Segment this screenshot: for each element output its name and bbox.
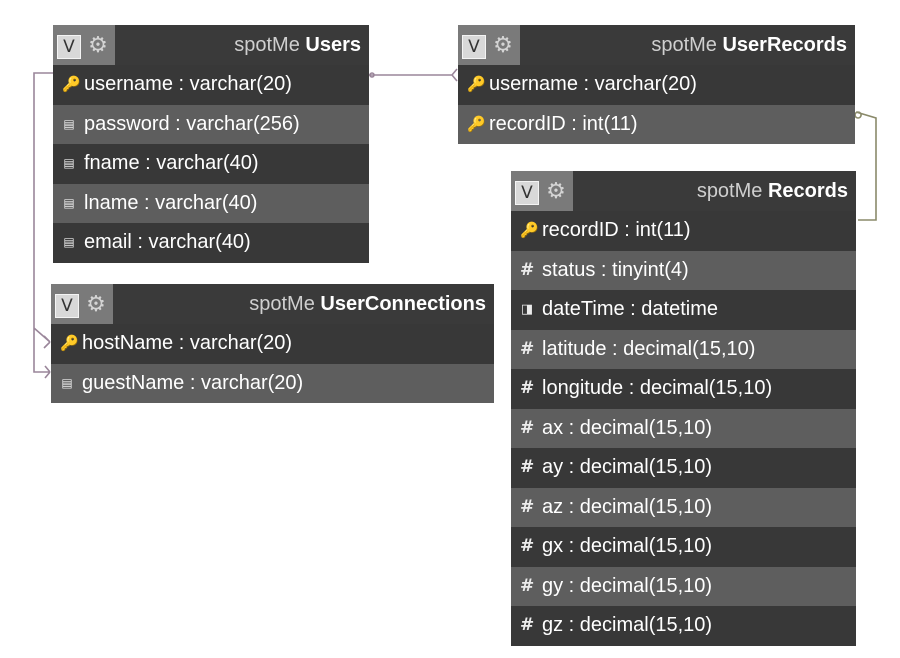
field-row[interactable]: # longitude : decimal(15,10)	[511, 369, 856, 409]
table-title: spotMe UserConnections	[249, 284, 486, 324]
field-row[interactable]: 🔑 recordID : int(11)	[458, 104, 855, 144]
table-title: spotMe Users	[234, 25, 361, 65]
field-row[interactable]: 🔑 username : varchar(20)	[458, 65, 855, 105]
field-label: gz : decimal(15,10)	[542, 614, 713, 636]
table-title: spotMe UserRecords	[651, 25, 847, 65]
table-name: Records	[767, 180, 848, 202]
field-label: fname : varchar(40)	[84, 152, 259, 174]
table-users[interactable]: V ⚙ spotMe Users 🔑 username : varchar(20)…	[53, 25, 369, 263]
table-header: V ⚙ spotMe Users	[53, 25, 369, 65]
field-row[interactable]: ▤ guestName : varchar(20)	[51, 363, 494, 403]
table-userconnections[interactable]: V ⚙ spotMe UserConnections 🔑 hostName : v…	[51, 284, 494, 403]
column-icon: ▤	[63, 235, 75, 249]
table-header: V ⚙ spotMe UserConnections	[51, 284, 494, 324]
gear-icon[interactable]: ⚙	[491, 34, 515, 58]
key-icon: 🔑	[467, 114, 486, 133]
table-header: V ⚙ spotMe Records	[511, 171, 856, 211]
field-row[interactable]: # gx : decimal(15,10)	[511, 527, 856, 567]
field-label: ax : decimal(15,10)	[542, 416, 713, 439]
field-label: gy : decimal(15,10)	[542, 574, 713, 597]
field-label: hostName : varchar(20)	[82, 332, 293, 354]
header-controls: V ⚙	[53, 25, 115, 65]
hash-icon: #	[520, 496, 535, 517]
hash-icon: #	[520, 615, 535, 635]
field-label: recordID : int(11)	[489, 112, 638, 135]
key-icon: 🔑	[62, 75, 81, 93]
field-row[interactable]: ▤ password : varchar(256)	[53, 104, 369, 144]
column-icon: ▤	[63, 116, 75, 131]
table-prefix: spotMe	[234, 34, 300, 56]
header-controls: V ⚙	[51, 284, 113, 324]
key-icon: 🔑	[520, 221, 539, 239]
table-prefix: spotMe	[696, 180, 763, 202]
gear-icon[interactable]: ⚙	[86, 34, 110, 58]
field-label: longitude : decimal(15,10)	[542, 377, 773, 399]
relation-userrecords-records	[854, 111, 877, 221]
field-label: username : varchar(20)	[489, 73, 697, 95]
table-prefix: spotMe	[249, 293, 315, 315]
relation-users-userrecords	[369, 68, 458, 82]
header-controls: V ⚙	[511, 171, 573, 211]
hash-icon: #	[520, 417, 535, 438]
field-row[interactable]: ▤ email : varchar(40)	[53, 223, 369, 263]
header-controls: V ⚙	[458, 25, 520, 65]
gear-icon[interactable]: ⚙	[544, 180, 568, 204]
field-row[interactable]: ▤ lname : varchar(40)	[53, 183, 369, 223]
field-row[interactable]: # gy : decimal(15,10)	[511, 566, 856, 606]
field-row[interactable]: ◨ dateTime : datetime	[511, 290, 856, 330]
table-name: UserConnections	[320, 293, 486, 315]
field-label: gx : decimal(15,10)	[542, 535, 713, 557]
table-name: Users	[305, 34, 361, 56]
hash-icon: #	[520, 575, 535, 596]
field-row[interactable]: # ay : decimal(15,10)	[511, 448, 856, 488]
field-label: guestName : varchar(20)	[82, 371, 304, 394]
key-icon: 🔑	[467, 75, 486, 93]
table-records[interactable]: V ⚙ spotMe Records 🔑 recordID : int(11) #…	[511, 171, 856, 646]
hash-icon: #	[520, 378, 535, 398]
field-row[interactable]: 🔑 username : varchar(20)	[53, 65, 369, 105]
date-icon: ◨	[520, 302, 534, 317]
table-header: V ⚙ spotMe UserRecords	[458, 25, 855, 65]
collapse-button[interactable]: V	[462, 35, 486, 59]
field-row[interactable]: # ax : decimal(15,10)	[511, 408, 856, 448]
column-icon: ▤	[63, 195, 75, 210]
field-label: ay : decimal(15,10)	[542, 456, 713, 478]
column-icon: ▤	[63, 156, 75, 170]
field-row[interactable]: # gz : decimal(15,10)	[511, 606, 856, 646]
key-icon: 🔑	[60, 334, 79, 352]
column-icon: ▤	[61, 375, 73, 390]
field-label: az : decimal(15,10)	[542, 495, 713, 518]
table-prefix: spotMe	[651, 34, 717, 56]
field-label: lname : varchar(40)	[84, 191, 258, 214]
field-label: username : varchar(20)	[84, 73, 292, 95]
table-userrecords[interactable]: V ⚙ spotMe UserRecords 🔑 username : varch…	[458, 25, 855, 144]
hash-icon: #	[520, 457, 535, 477]
field-label: email : varchar(40)	[84, 231, 251, 253]
collapse-button[interactable]: V	[57, 35, 81, 59]
field-label: status : tinyint(4)	[542, 258, 689, 281]
gear-icon[interactable]: ⚙	[84, 293, 108, 317]
field-row[interactable]: 🔑 hostName : varchar(20)	[51, 324, 494, 364]
field-row[interactable]: # az : decimal(15,10)	[511, 487, 856, 527]
collapse-button[interactable]: V	[55, 294, 79, 318]
table-name: UserRecords	[722, 34, 847, 56]
hash-icon: #	[520, 536, 535, 556]
field-label: recordID : int(11)	[542, 219, 691, 241]
field-row[interactable]: # status : tinyint(4)	[511, 250, 856, 290]
field-row[interactable]: ▤ fname : varchar(40)	[53, 144, 369, 184]
field-row[interactable]: # latitude : decimal(15,10)	[511, 329, 856, 369]
table-title: spotMe Records	[697, 171, 848, 211]
field-label: dateTime : datetime	[542, 298, 719, 320]
hash-icon: #	[520, 338, 535, 359]
field-label: password : varchar(256)	[84, 112, 300, 135]
collapse-button[interactable]: V	[515, 181, 539, 205]
hash-icon: #	[520, 259, 535, 280]
field-label: latitude : decimal(15,10)	[542, 337, 756, 360]
field-row[interactable]: 🔑 recordID : int(11)	[511, 211, 856, 251]
